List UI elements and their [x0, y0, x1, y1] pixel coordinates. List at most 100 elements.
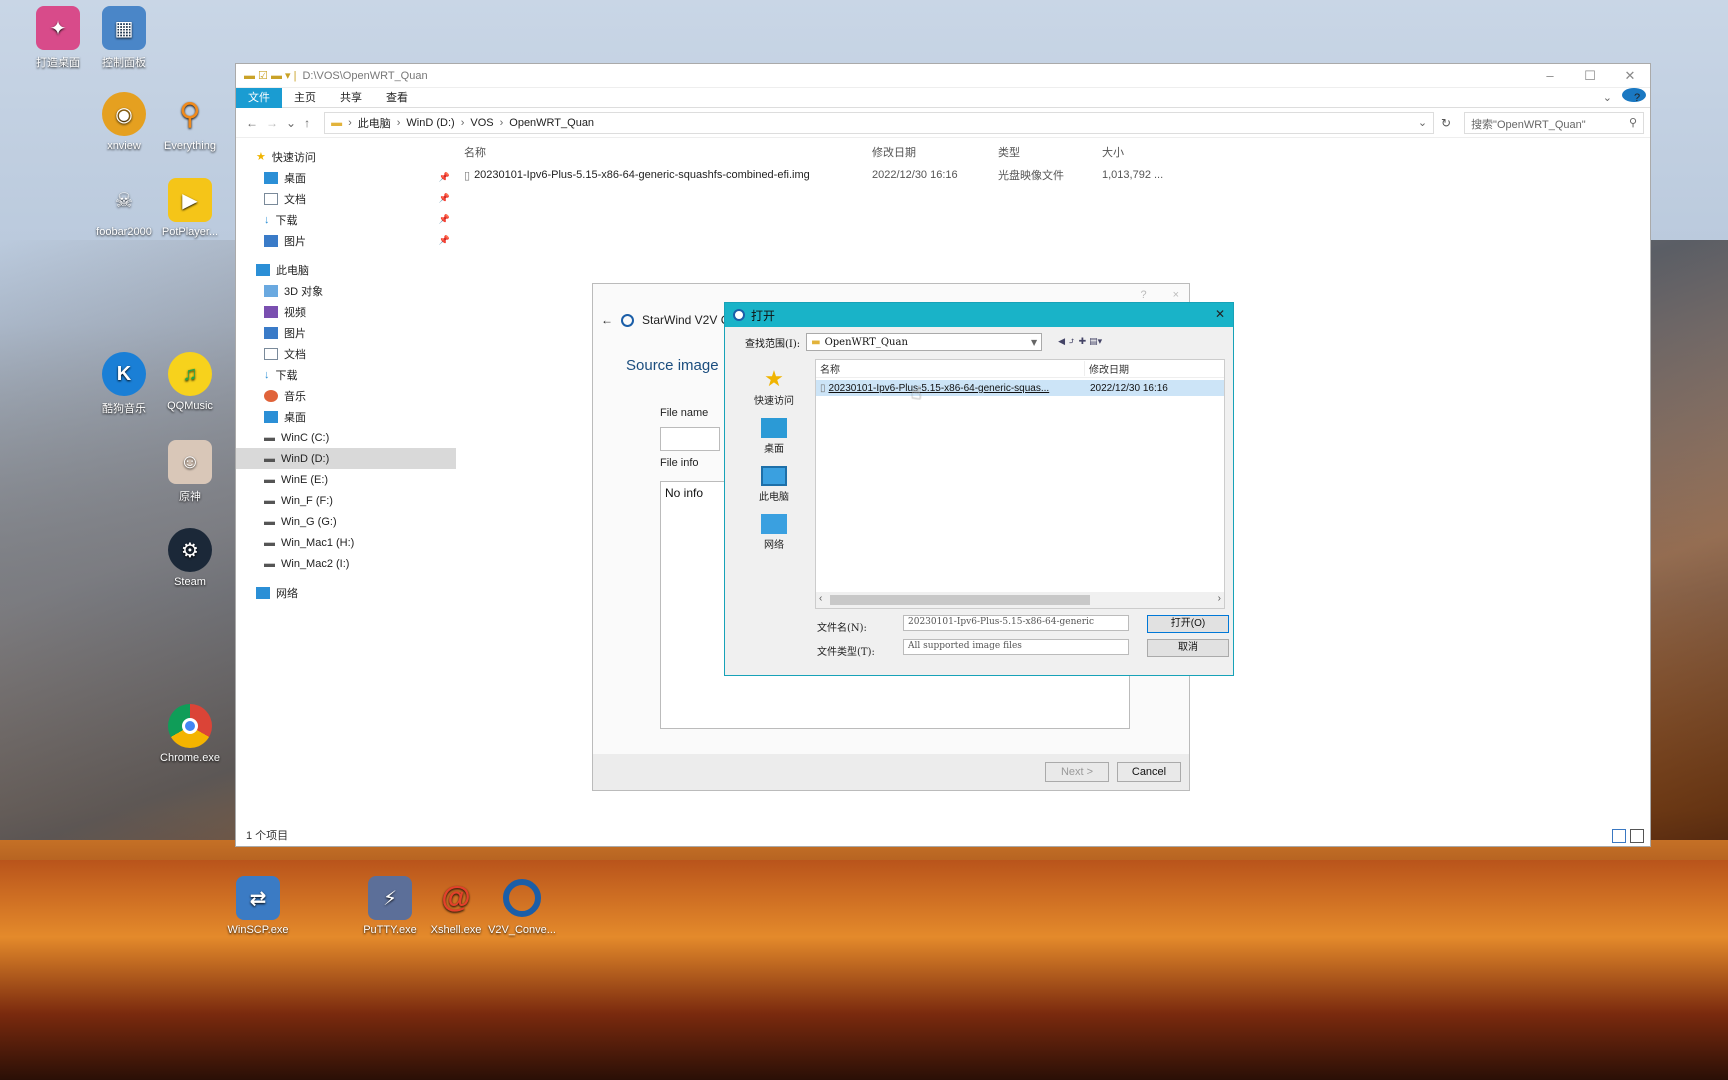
- nav-music[interactable]: 音乐: [236, 385, 456, 406]
- desktop-icon-genshin[interactable]: ☺ 原神: [156, 440, 224, 504]
- nav-drive-d[interactable]: ▬ WinD (D:): [236, 448, 456, 469]
- filename-input[interactable]: 20230101-Ipv6-Plus-5.15-x86-64-generic: [903, 615, 1129, 631]
- column-date[interactable]: 修改日期: [1084, 361, 1129, 376]
- new-folder-icon[interactable]: ✚: [1079, 337, 1087, 347]
- status-bar: 1 个项目: [246, 830, 289, 842]
- desktop-icon-foobar[interactable]: ☠ foobar2000: [90, 178, 158, 239]
- page-title: Source image: [626, 357, 719, 374]
- breadcrumb-vos[interactable]: VOS: [470, 117, 493, 129]
- back-icon[interactable]: ◀: [1058, 337, 1065, 347]
- nav-quick-documents[interactable]: 文档 📌: [236, 188, 456, 209]
- nav-quick-desktop[interactable]: 桌面 📌: [236, 167, 456, 188]
- desktop-icon-a[interactable]: ✦ 打造桌面: [24, 6, 92, 70]
- nav-3d-objects[interactable]: 3D 对象: [236, 280, 456, 301]
- nav-drive-e[interactable]: ▬ WinE (E:): [236, 469, 456, 490]
- column-name[interactable]: 名称: [456, 144, 872, 160]
- place-this-pc[interactable]: 此电脑: [739, 455, 809, 503]
- file-name-field[interactable]: [660, 427, 720, 451]
- minimize-button[interactable]: –: [1530, 64, 1570, 88]
- scroll-thumb[interactable]: [830, 595, 1090, 605]
- desktop-icon-kugou[interactable]: K 酷狗音乐: [90, 352, 158, 416]
- details-view-icon[interactable]: [1612, 829, 1626, 843]
- desktop-icon-xshell[interactable]: @ Xshell.exe: [422, 876, 490, 936]
- nav-videos[interactable]: 视频: [236, 301, 456, 322]
- xshell-icon: @: [441, 881, 471, 914]
- tab-view[interactable]: 查看: [374, 88, 420, 108]
- refresh-icon[interactable]: ↻: [1434, 116, 1458, 130]
- filetype-select[interactable]: All supported image files: [903, 639, 1129, 655]
- cancel-button[interactable]: Cancel: [1117, 762, 1181, 782]
- column-date[interactable]: 修改日期: [872, 144, 998, 160]
- nav-quick-pictures[interactable]: 图片 📌: [236, 230, 456, 251]
- breadcrumb-openwrt[interactable]: OpenWRT_Quan: [509, 117, 594, 129]
- nav-drive-c[interactable]: ▬ WinC (C:): [236, 427, 456, 448]
- column-size[interactable]: 大小: [1102, 144, 1182, 160]
- nav-documents[interactable]: 文档: [236, 343, 456, 364]
- tab-share[interactable]: 共享: [328, 88, 374, 108]
- back-arrow-icon[interactable]: ←: [601, 313, 613, 327]
- desktop-icon-b[interactable]: ▦ 控制面板: [90, 6, 158, 70]
- desktop-icon-qqmusic[interactable]: ♫ QQMusic: [156, 352, 224, 412]
- download-icon: ↓: [264, 213, 270, 226]
- close-button[interactable]: ×: [1173, 289, 1179, 301]
- nav-drive-h[interactable]: ▬ Win_Mac1 (H:): [236, 532, 456, 553]
- up-arrow-icon[interactable]: ↑: [304, 116, 310, 130]
- nav-pictures[interactable]: 图片: [236, 322, 456, 343]
- desktop-icon-v2v[interactable]: V2V_Conve...: [488, 876, 556, 936]
- breadcrumb-this-pc[interactable]: 此电脑: [358, 115, 391, 131]
- desktop-icon-xnview[interactable]: ◉ xnview: [90, 92, 158, 152]
- nav-quick-downloads[interactable]: ↓ 下载 📌: [236, 209, 456, 230]
- look-in-select[interactable]: ▬ OpenWRT_Quan ▼: [806, 333, 1043, 351]
- forward-arrow-icon[interactable]: →: [266, 116, 278, 130]
- back-arrow-icon[interactable]: ←: [246, 116, 258, 130]
- nav-drive-i[interactable]: ▬ Win_Mac2 (I:): [236, 553, 456, 574]
- nav-drive-g[interactable]: ▬ Win_G (G:): [236, 511, 456, 532]
- steam-icon: ⚙: [168, 528, 212, 572]
- desktop-icon-putty[interactable]: ⚡ PuTTY.exe: [356, 876, 424, 936]
- recent-chevron-icon[interactable]: ⌄: [286, 116, 296, 130]
- chevron-down-icon[interactable]: ⌄: [1603, 88, 1612, 108]
- search-icon: ⚲: [1629, 116, 1638, 129]
- address-bar[interactable]: ▬ › 此电脑 › WinD (D:) › VOS › OpenWRT_Quan ⌄: [324, 111, 1435, 134]
- nav-downloads[interactable]: ↓ 下载: [236, 364, 456, 385]
- close-button[interactable]: ✕: [1610, 64, 1650, 88]
- ribbon-tabs: 文件 主页 共享 查看 ⌄?: [236, 87, 1650, 108]
- file-row-selected[interactable]: ▯ 20230101-Ipv6-Plus-5.15-x86-64-generic-…: [816, 380, 1224, 396]
- column-name[interactable]: 名称: [816, 361, 1084, 376]
- place-network[interactable]: 网络: [739, 503, 809, 551]
- address-dropdown-icon[interactable]: ⌄: [1418, 116, 1427, 129]
- close-icon[interactable]: ✕: [1215, 307, 1225, 321]
- large-icons-view-icon[interactable]: [1630, 829, 1644, 843]
- desktop-icon-chrome[interactable]: Chrome.exe: [156, 704, 224, 764]
- help-button[interactable]: ?: [1140, 289, 1146, 301]
- desktop-icon-winscp[interactable]: ⇄ WinSCP.exe: [224, 876, 292, 936]
- file-row[interactable]: ▯ 20230101-Ipv6-Plus-5.15-x86-64-generic-…: [456, 164, 1650, 186]
- view-menu-icon[interactable]: ▤▾: [1089, 337, 1102, 347]
- desktop-icon-steam[interactable]: ⚙ Steam: [156, 528, 224, 588]
- tab-home[interactable]: 主页: [282, 88, 328, 108]
- help-icon[interactable]: ?: [1622, 87, 1646, 104]
- nav-quick-access[interactable]: ★ 快速访问: [236, 146, 456, 167]
- search-input[interactable]: 搜索"OpenWRT_Quan" ⚲: [1464, 111, 1645, 134]
- desktop-icon-potplayer[interactable]: ▶ PotPlayer...: [156, 178, 224, 238]
- nav-this-pc[interactable]: 此电脑: [236, 259, 456, 280]
- cancel-button[interactable]: 取消: [1147, 639, 1229, 657]
- place-quick-access[interactable]: ★ 快速访问: [739, 359, 809, 408]
- horizontal-scrollbar[interactable]: ‹ ›: [816, 592, 1224, 608]
- nav-drive-f[interactable]: ▬ Win_F (F:): [236, 490, 456, 511]
- column-type[interactable]: 类型: [998, 144, 1102, 160]
- nav-desktop[interactable]: 桌面: [236, 406, 456, 427]
- up-folder-icon[interactable]: ⤴: [1068, 337, 1076, 347]
- next-button[interactable]: Next >: [1045, 762, 1109, 782]
- maximize-button[interactable]: ☐: [1570, 64, 1610, 88]
- place-desktop[interactable]: 桌面: [739, 407, 809, 455]
- computer-icon: [256, 263, 270, 276]
- open-button[interactable]: 打开(O): [1147, 615, 1229, 633]
- breadcrumb-drive[interactable]: WinD (D:): [406, 117, 454, 129]
- scroll-right-icon[interactable]: ›: [1218, 593, 1221, 604]
- drive-icon: ▬: [264, 494, 275, 507]
- tab-file[interactable]: 文件: [236, 87, 282, 108]
- desktop-icon-everything[interactable]: ⚲ Everything: [156, 92, 224, 153]
- scroll-left-icon[interactable]: ‹: [819, 593, 822, 604]
- nav-network[interactable]: 网络: [236, 582, 456, 603]
